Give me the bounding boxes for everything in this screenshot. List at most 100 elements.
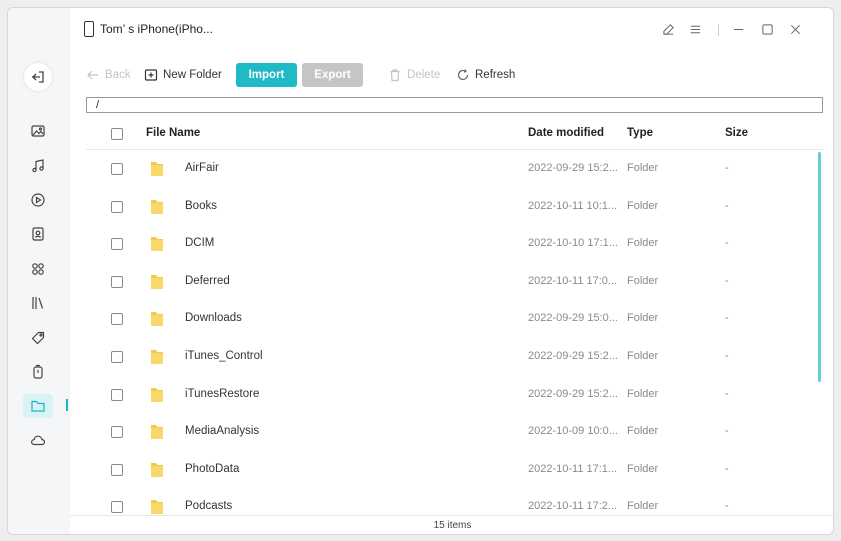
file-name: Podcasts — [185, 500, 233, 513]
file-size: - — [725, 387, 729, 400]
date-modified: 2022-09-29 15:2... — [528, 387, 618, 400]
file-size: - — [725, 237, 729, 250]
folder-icon — [151, 237, 163, 252]
maximize-icon[interactable] — [758, 20, 776, 38]
contacts-icon[interactable] — [24, 222, 52, 246]
item-count: 15 items — [433, 520, 472, 531]
table-row[interactable]: Deferred 2022-10-11 17:0... Folder - — [86, 263, 823, 301]
folder-icon — [151, 425, 163, 440]
file-size: - — [725, 425, 729, 438]
delete-button[interactable]: Delete — [388, 63, 440, 87]
edit-icon[interactable] — [659, 20, 677, 38]
file-name: iTunes_Control — [185, 349, 263, 362]
title-divider — [718, 24, 719, 36]
date-modified: 2022-10-10 17:1... — [528, 237, 618, 250]
close-icon[interactable] — [786, 20, 804, 38]
minimize-icon[interactable] — [729, 20, 747, 38]
table-row[interactable]: Downloads 2022-09-29 15:0... Folder - — [86, 300, 823, 338]
row-checkbox[interactable] — [111, 238, 123, 251]
date-modified: 2022-09-29 15:2... — [528, 162, 618, 174]
row-checkbox[interactable] — [111, 426, 123, 439]
header-file-name[interactable]: File Name — [146, 127, 200, 139]
table-row[interactable]: Books 2022-10-11 10:1... Folder - — [86, 188, 823, 226]
path-input[interactable]: / — [86, 97, 823, 113]
active-indicator — [66, 399, 68, 411]
toolbar: Back New Folder Import Export Delete Ref… — [86, 63, 826, 87]
export-button[interactable]: Export — [302, 63, 363, 87]
folder-icon — [151, 349, 163, 364]
file-size: - — [725, 462, 729, 475]
header-size[interactable]: Size — [725, 127, 748, 139]
back-button[interactable]: Back — [86, 63, 131, 87]
refresh-icon — [457, 69, 469, 81]
file-size: - — [725, 199, 729, 212]
row-checkbox[interactable] — [111, 275, 123, 288]
file-type: Folder — [627, 274, 659, 287]
file-name: DCIM — [185, 237, 215, 250]
file-rows: AirFair 2022-09-29 15:2... Folder - Books 202… — [86, 150, 823, 526]
select-all-checkbox[interactable] — [111, 128, 123, 140]
menu-icon[interactable] — [686, 20, 704, 38]
file-type: Folder — [627, 349, 659, 362]
music-icon[interactable] — [24, 154, 52, 178]
table-row[interactable]: iTunesRestore 2022-09-29 15:2... Folder - — [86, 376, 823, 414]
date-modified: 2022-09-29 15:0... — [528, 312, 618, 325]
device-title[interactable]: Tom’ s iPhone(iPho... — [84, 18, 213, 40]
backup-icon[interactable] — [24, 360, 52, 384]
table-row[interactable]: iTunes_Control 2022-09-29 15:2... Folder - — [86, 338, 823, 376]
folder-plus-icon — [144, 69, 158, 81]
row-checkbox[interactable] — [111, 463, 123, 476]
file-type: Folder — [627, 162, 659, 174]
cloud-icon[interactable] — [24, 428, 52, 452]
refresh-button[interactable]: Refresh — [456, 63, 515, 87]
header-type[interactable]: Type — [627, 127, 653, 139]
row-checkbox[interactable] — [111, 388, 123, 401]
folder-icon — [151, 312, 163, 327]
import-button[interactable]: Import — [236, 63, 297, 87]
file-type: Folder — [627, 312, 659, 325]
row-checkbox[interactable] — [111, 163, 123, 175]
file-name: MediaAnalysis — [185, 425, 260, 438]
video-icon[interactable] — [24, 188, 52, 212]
date-modified: 2022-10-11 10:1... — [528, 199, 618, 212]
folder-icon — [151, 500, 163, 515]
date-modified: 2022-10-11 17:2... — [528, 500, 618, 513]
file-name: Deferred — [185, 274, 230, 287]
files-icon[interactable] — [23, 394, 53, 418]
table-row[interactable]: AirFair 2022-09-29 15:2... Folder - — [86, 150, 823, 188]
exit-icon[interactable] — [24, 63, 52, 91]
table-row[interactable]: MediaAnalysis 2022-10-09 10:0... Folder - — [86, 413, 823, 451]
file-name: AirFair — [185, 162, 219, 174]
date-modified: 2022-10-11 17:1... — [528, 462, 618, 475]
file-name: Downloads — [185, 312, 242, 325]
apps-icon[interactable] — [24, 257, 52, 281]
row-checkbox[interactable] — [111, 313, 123, 326]
file-type: Folder — [627, 462, 659, 475]
table-header: File Name Date modified Type Size — [86, 118, 823, 150]
file-type: Folder — [627, 387, 659, 400]
new-folder-button[interactable]: New Folder — [144, 63, 222, 87]
file-name: PhotoData — [185, 462, 240, 475]
file-name: Books — [185, 199, 217, 212]
ringtone-icon[interactable] — [24, 326, 52, 350]
delete-label: Delete — [407, 69, 441, 81]
new-folder-label: New Folder — [163, 69, 222, 81]
row-checkbox[interactable] — [111, 501, 123, 514]
books-icon[interactable] — [24, 291, 52, 315]
date-modified: 2022-09-29 15:2... — [528, 349, 618, 362]
file-type: Folder — [627, 500, 659, 513]
scrollbar[interactable] — [818, 152, 821, 382]
table-row[interactable]: DCIM 2022-10-10 17:1... Folder - — [86, 225, 823, 263]
photos-icon[interactable] — [24, 119, 52, 143]
file-type: Folder — [627, 425, 659, 438]
row-checkbox[interactable] — [111, 200, 123, 213]
device-name: Tom’ s iPhone(iPho... — [100, 22, 213, 36]
row-checkbox[interactable] — [111, 350, 123, 363]
header-date-modified[interactable]: Date modified — [528, 127, 604, 139]
folder-icon — [151, 274, 163, 289]
folder-icon — [151, 462, 163, 477]
table-row[interactable]: PhotoData 2022-10-11 17:1... Folder - — [86, 451, 823, 489]
file-type: Folder — [627, 199, 659, 212]
folder-icon — [151, 387, 163, 402]
back-label: Back — [105, 69, 131, 81]
